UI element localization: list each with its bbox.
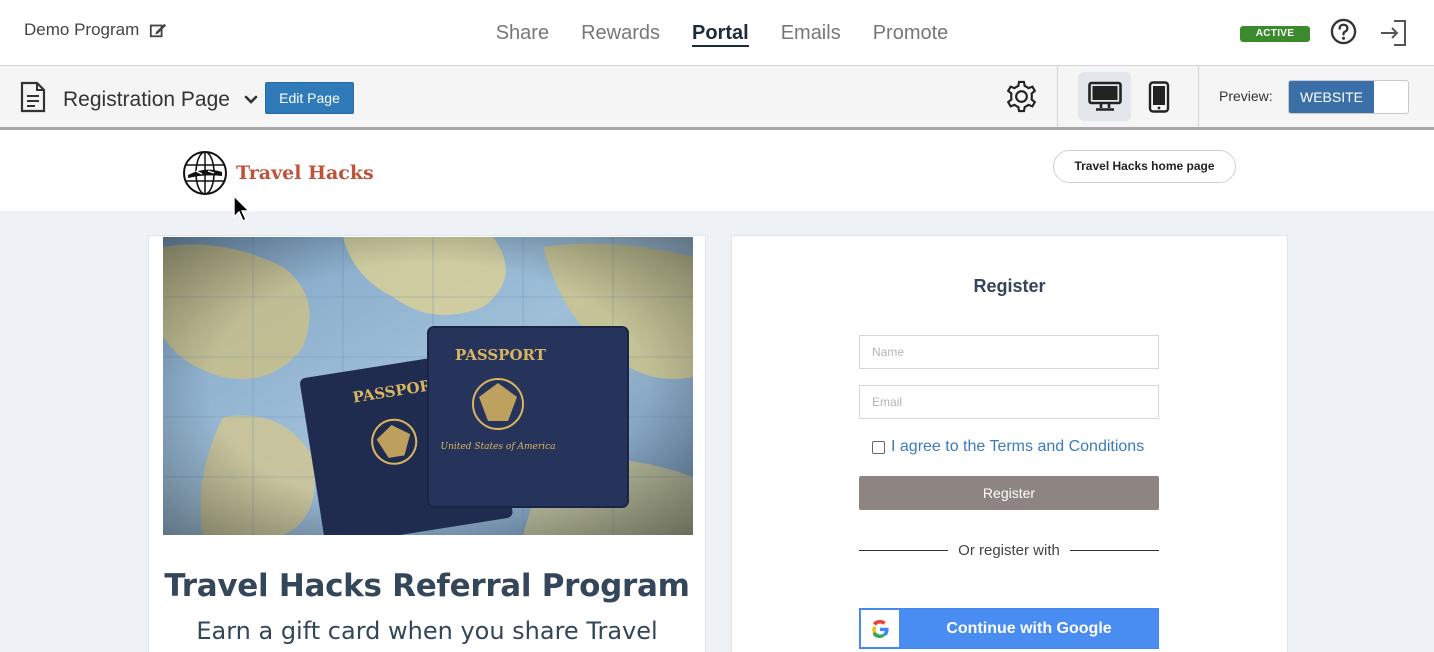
mouse-cursor-icon — [233, 195, 250, 222]
logout-icon[interactable] — [1378, 18, 1408, 48]
google-icon — [872, 620, 889, 638]
brand-logo[interactable]: Travel Hacks — [182, 150, 374, 196]
google-button-label: Continue with Google — [946, 620, 1112, 637]
passport-country: United States of America — [441, 442, 556, 452]
help-icon[interactable] — [1330, 18, 1357, 45]
hero-image: PASSPORT PASSPORT United States of Ameri… — [163, 237, 693, 535]
desktop-view-button[interactable] — [1078, 72, 1131, 121]
toolbar-divider — [1057, 66, 1058, 127]
or-divider: Or register with — [859, 542, 1160, 559]
preview-toggle[interactable]: WEBSITE — [1288, 80, 1409, 114]
mobile-icon[interactable] — [1148, 81, 1170, 113]
name-input[interactable] — [859, 335, 1159, 369]
gear-icon[interactable] — [1004, 79, 1039, 114]
register-button[interactable]: Register — [859, 476, 1159, 510]
chevron-down-icon — [244, 95, 258, 104]
toolbar-divider — [1198, 66, 1199, 127]
program-card: PASSPORT PASSPORT United States of Ameri… — [148, 235, 706, 652]
home-page-button[interactable]: Travel Hacks home page — [1053, 150, 1236, 183]
edit-page-button[interactable]: Edit Page — [265, 82, 354, 114]
page-selector-label: Registration Page — [63, 88, 230, 111]
register-card: Register I agree to the Terms and Condit… — [731, 235, 1288, 652]
preview-label: Preview: — [1219, 88, 1273, 104]
portal-header: Travel Hacks Travel Hacks home page — [0, 131, 1434, 211]
desktop-icon — [1088, 81, 1122, 111]
passport-title-front: PASSPORT — [455, 346, 547, 364]
program-title-heading: Travel Hacks Referral Program — [164, 568, 690, 604]
brand-name: Travel Hacks — [236, 162, 374, 184]
status-badge: ACTIVE — [1240, 26, 1310, 42]
main-tabs: Share Rewards Portal Emails Promote — [0, 0, 1434, 66]
tab-share[interactable]: Share — [496, 0, 549, 66]
email-input[interactable] — [859, 385, 1159, 419]
page-selector[interactable]: Registration Page — [63, 88, 258, 112]
divider-line — [1069, 550, 1160, 551]
register-heading: Register — [973, 276, 1046, 296]
google-icon-box — [861, 610, 899, 647]
tab-portal[interactable]: Portal — [692, 0, 749, 66]
or-register-text: Or register with — [958, 542, 1060, 559]
tab-rewards[interactable]: Rewards — [581, 0, 660, 66]
globe-plane-icon — [183, 151, 227, 195]
terms-link[interactable]: I agree to the Terms and Conditions — [891, 438, 1144, 456]
terms-checkbox[interactable] — [872, 440, 885, 454]
editor-toolbar: Registration Page Edit Page Preview: WEB… — [0, 66, 1434, 130]
tab-promote[interactable]: Promote — [873, 0, 949, 66]
tab-emails[interactable]: Emails — [781, 0, 841, 66]
program-subtitle: Earn a gift card when you share Travel — [196, 617, 658, 645]
terms-row: I agree to the Terms and Conditions — [872, 438, 1144, 456]
top-nav-bar: Demo Program Share Rewards Portal Emails… — [0, 0, 1434, 66]
preview-mode-website[interactable]: WEBSITE — [1289, 81, 1374, 113]
google-signin-button[interactable]: Continue with Google — [859, 608, 1159, 649]
document-icon — [20, 81, 46, 113]
divider-line — [859, 550, 949, 551]
